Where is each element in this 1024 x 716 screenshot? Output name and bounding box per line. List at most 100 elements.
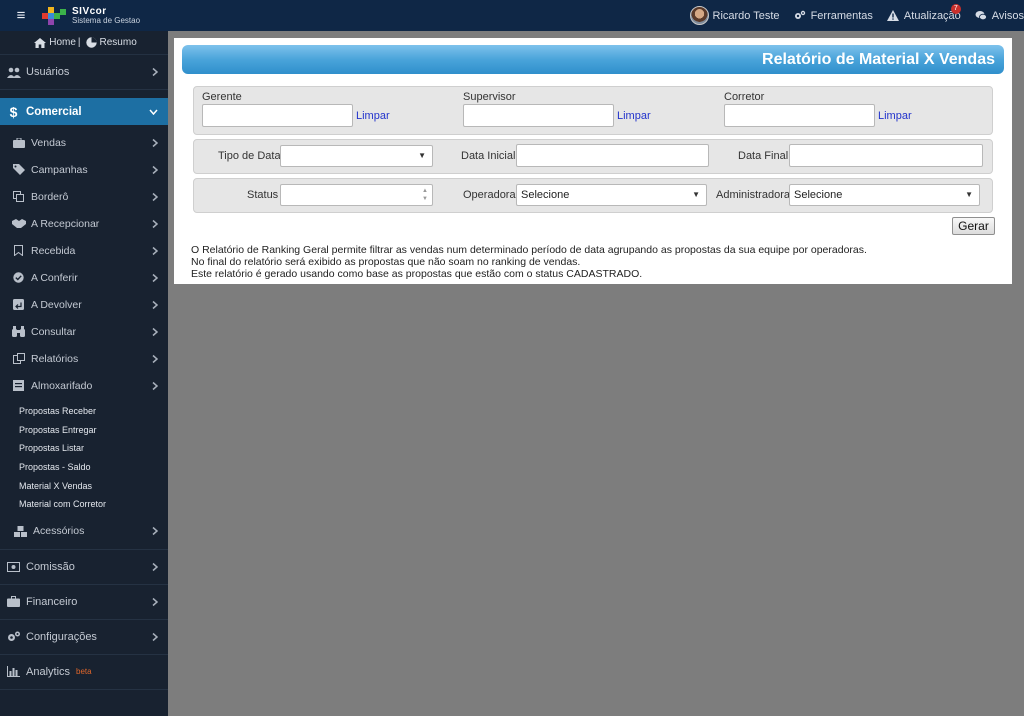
chevron-right-icon xyxy=(152,381,158,390)
sidebar-item-recebida[interactable]: Recebida xyxy=(0,237,168,264)
bookmark-icon xyxy=(11,244,26,258)
sidebar-subitem-propostas-entregar[interactable]: Propostas Entregar xyxy=(0,421,168,440)
gears-icon xyxy=(794,10,805,19)
chevron-right-icon xyxy=(152,138,158,147)
return-box-icon xyxy=(11,298,26,312)
supervisor-clear-link[interactable]: Limpar xyxy=(617,110,651,122)
sidebar-item-label: Acessórios xyxy=(33,525,85,538)
administradora-value: Selecione xyxy=(794,189,843,201)
sidebar-item-analytics[interactable]: Analytics beta xyxy=(0,655,168,690)
chevron-right-icon xyxy=(152,562,158,571)
report-icon xyxy=(11,352,26,366)
status-select[interactable]: ▲ ▼ xyxy=(280,184,433,206)
updates-menu[interactable]: Atualização 7 xyxy=(886,3,961,22)
chevron-right-icon xyxy=(152,246,158,255)
data-inicial-input[interactable] xyxy=(516,144,709,167)
logo-icon xyxy=(42,6,68,25)
sidebar-item-comercial[interactable]: $ Comercial xyxy=(0,98,168,125)
sidebar-item-label: Recebida xyxy=(31,244,76,257)
sidebar-item-campanhas[interactable]: Campanhas xyxy=(0,156,168,183)
gerar-button[interactable]: Gerar xyxy=(952,217,995,235)
data-final-label: Data Final xyxy=(738,150,789,162)
chevron-right-icon xyxy=(152,67,158,77)
users-icon xyxy=(6,65,21,79)
sidebar-subitem-propostas-receber[interactable]: Propostas Receber xyxy=(0,402,168,421)
chevron-right-icon xyxy=(152,526,158,536)
avatar xyxy=(689,6,709,25)
sidebar-item-a-devolver[interactable]: A Devolver xyxy=(0,291,168,318)
sidebar-item-vendas[interactable]: Vendas xyxy=(0,129,168,156)
sidebar-item-relatorios[interactable]: Relatórios xyxy=(0,345,168,372)
chevron-down-icon: ▼ xyxy=(692,190,700,199)
menu-toggle-icon[interactable]: ≡ xyxy=(0,0,42,31)
binoculars-icon xyxy=(11,325,26,339)
tipo-data-label: Tipo de Data xyxy=(218,150,281,162)
corretor-clear-link[interactable]: Limpar xyxy=(878,110,912,122)
sidebar-item-consultar[interactable]: Consultar xyxy=(0,318,168,345)
cubes-icon xyxy=(13,524,28,538)
status-label: Status xyxy=(247,189,279,201)
gerente-input[interactable] xyxy=(202,104,353,127)
gears-icon xyxy=(6,630,21,644)
chevron-down-icon: ▼ xyxy=(418,151,426,160)
updates-badge: 7 xyxy=(950,3,961,14)
sidebar-item-acessorios[interactable]: Acessórios xyxy=(0,514,168,550)
check-circle-icon xyxy=(11,271,26,285)
briefcase-icon xyxy=(6,595,21,609)
notices-menu[interactable]: Avisos xyxy=(975,10,1024,22)
description-line: O Relatório de Ranking Geral permite fil… xyxy=(191,244,867,256)
corretor-input[interactable] xyxy=(724,104,875,127)
home-link[interactable]: Home xyxy=(49,37,76,48)
pie-chart-icon xyxy=(85,37,97,48)
chevron-right-icon xyxy=(152,597,158,606)
data-final-input[interactable] xyxy=(789,144,983,167)
operadora-value: Selecione xyxy=(521,189,570,201)
sidebar-item-label: Usuários xyxy=(26,66,70,78)
handshake-icon xyxy=(11,217,26,231)
operadora-select[interactable]: Selecione ▼ xyxy=(516,184,707,206)
sidebar-item-label: Consultar xyxy=(31,325,76,338)
sidebar-item-almoxarifado[interactable]: Almoxarifado xyxy=(0,372,168,399)
filter-row-dates: Tipo de Data ▼ Data Inicial Data Final xyxy=(193,139,993,174)
sidebar-item-label: Analytics xyxy=(26,665,71,678)
sidebar-item-comissao[interactable]: Comissão xyxy=(0,550,168,585)
summary-link[interactable]: Resumo xyxy=(100,37,137,48)
warning-icon xyxy=(886,10,899,21)
sidebar-item-usuarios[interactable]: Usuários xyxy=(0,55,168,90)
sidebar: Home | Resumo Usuários $ Comercial Venda… xyxy=(0,31,168,716)
chevron-right-icon xyxy=(152,219,158,228)
user-name: Ricardo Teste xyxy=(712,9,780,22)
logo-subtitle: Sistema de Gestao xyxy=(72,15,141,25)
sidebar-item-bordero[interactable]: Borderô xyxy=(0,183,168,210)
tipo-data-select[interactable]: ▼ xyxy=(280,145,433,167)
chevron-right-icon xyxy=(152,327,158,336)
sidebar-item-label: Relatórios xyxy=(31,352,79,365)
data-inicial-label: Data Inicial xyxy=(461,150,516,162)
description-line: No final do relatório será exibido as pr… xyxy=(191,256,581,268)
notices-label: Avisos xyxy=(991,9,1024,22)
sidebar-subitem-propostas-listar[interactable]: Propostas Listar xyxy=(0,439,168,458)
dollar-icon: $ xyxy=(9,103,18,120)
sidebar-item-label: Borderô xyxy=(31,190,69,203)
logo[interactable]: SIVcor Sistema de Gestao xyxy=(42,0,140,31)
user-menu[interactable]: Ricardo Teste xyxy=(689,6,780,25)
beta-badge: beta xyxy=(76,667,92,677)
sidebar-item-a-conferir[interactable]: A Conferir xyxy=(0,264,168,291)
supervisor-input[interactable] xyxy=(463,104,614,127)
gerente-label: Gerente xyxy=(202,91,242,103)
sidebar-item-a-recepcionar[interactable]: A Recepcionar xyxy=(0,210,168,237)
sidebar-subitem-material-com-corretor[interactable]: Material com Corretor xyxy=(0,495,168,514)
chevron-right-icon xyxy=(152,632,158,641)
sidebar-subitem-material-x-vendas[interactable]: Material X Vendas xyxy=(0,476,168,495)
sidebar-item-financeiro[interactable]: Financeiro xyxy=(0,585,168,620)
report-panel: Relatório de Material X Vendas Gerente L… xyxy=(174,38,1012,284)
administradora-label: Administradora xyxy=(716,189,790,201)
operadora-label: Operadora xyxy=(463,189,516,201)
warehouse-icon xyxy=(11,379,26,393)
sidebar-subitem-propostas-saldo[interactable]: Propostas - Saldo xyxy=(0,458,168,477)
sidebar-item-configuracoes[interactable]: Configurações xyxy=(0,620,168,655)
chevron-down-icon xyxy=(149,109,158,115)
tools-menu[interactable]: Ferramentas xyxy=(794,10,873,22)
administradora-select[interactable]: Selecione ▼ xyxy=(789,184,980,206)
gerente-clear-link[interactable]: Limpar xyxy=(356,110,390,122)
